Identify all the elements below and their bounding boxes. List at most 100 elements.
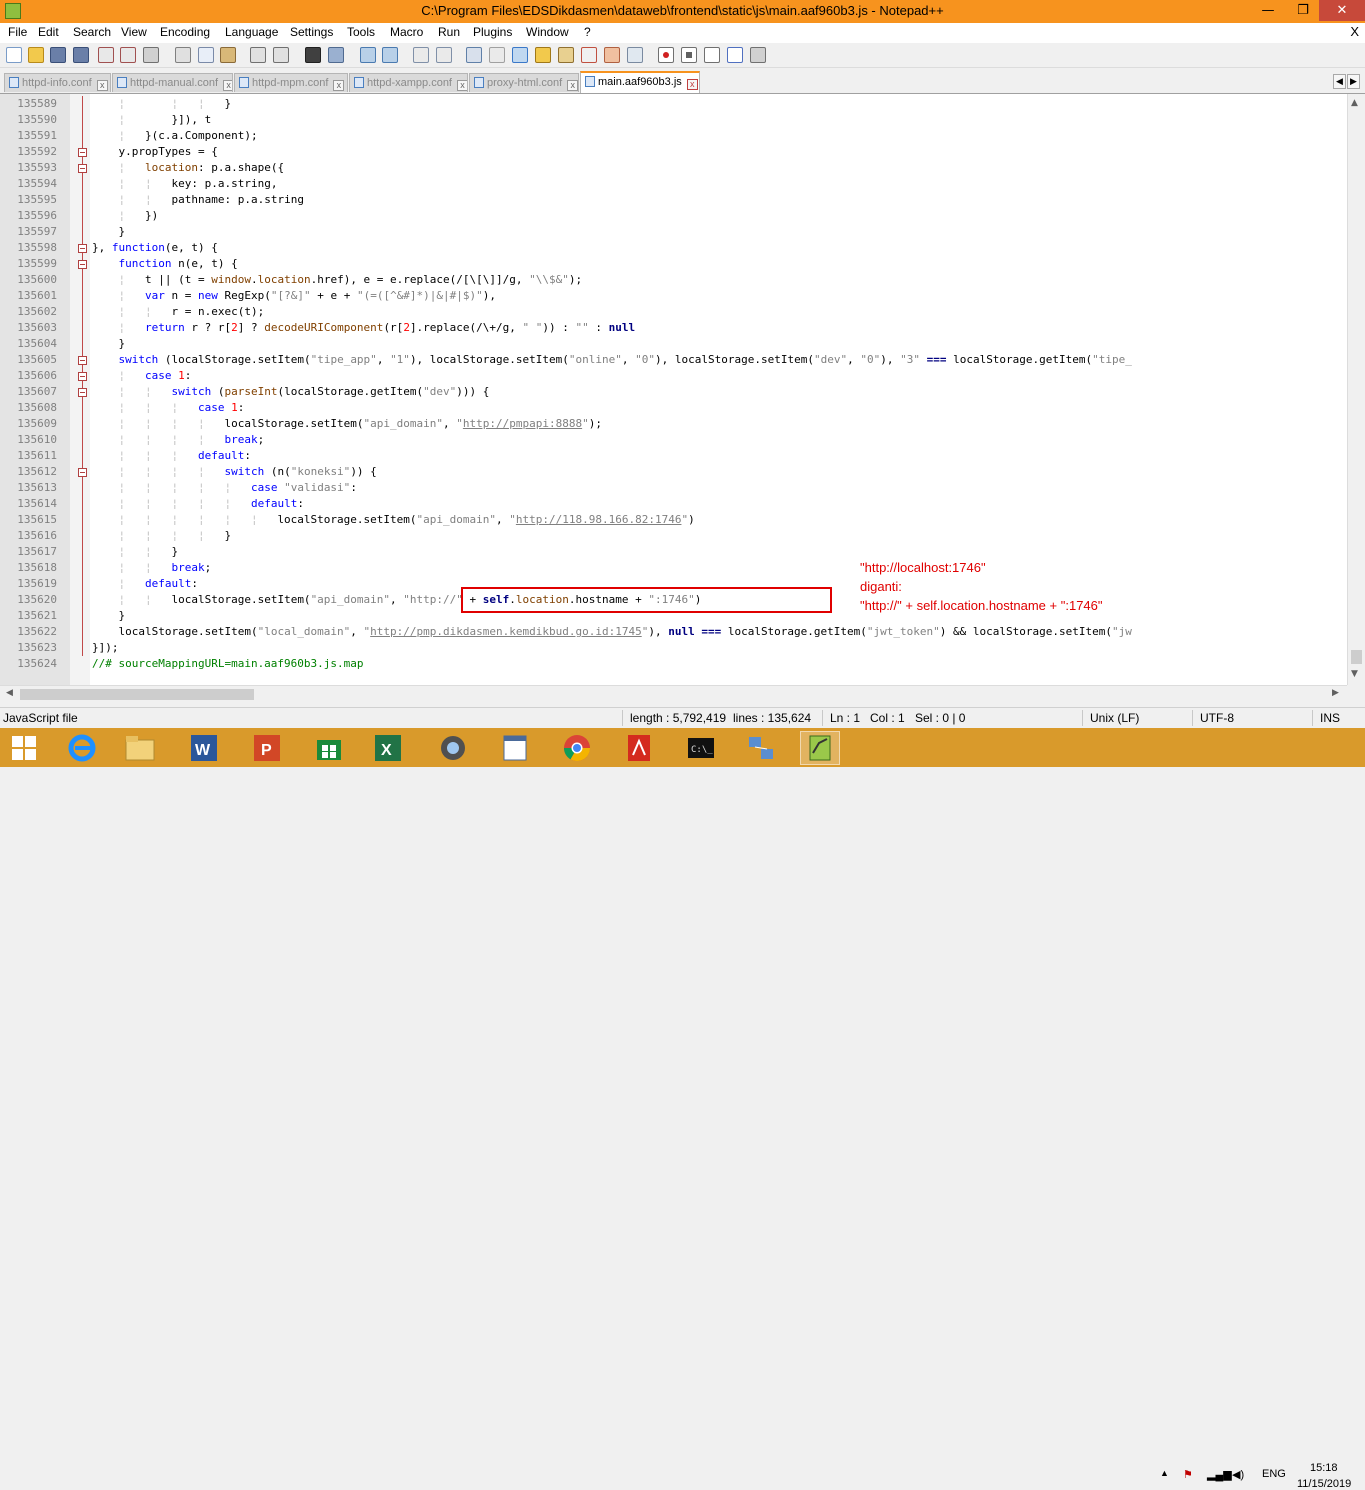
tab-httpd-mpm[interactable]: httpd-mpm.conf x — [234, 73, 348, 92]
network-icon[interactable] — [741, 731, 781, 765]
close-file-icon[interactable] — [98, 47, 114, 63]
tab-close-icon[interactable]: x — [333, 80, 345, 91]
tray-expand-icon[interactable]: ▲ — [1160, 1468, 1169, 1478]
cmd-icon[interactable]: C:\_ — [681, 731, 721, 765]
clock-time[interactable]: 15:18 — [1310, 1462, 1338, 1474]
maximize-button[interactable]: ❐ — [1286, 0, 1320, 21]
camera-icon[interactable] — [433, 731, 473, 765]
show-all-chars-icon[interactable] — [489, 47, 505, 63]
run-macro-multiple-icon[interactable] — [727, 47, 743, 63]
user-language-icon[interactable] — [535, 47, 551, 63]
menu-view[interactable]: View — [121, 25, 147, 39]
menu-help[interactable]: ? — [584, 25, 591, 39]
code-url[interactable]: http://pmpapi:8888 — [463, 417, 582, 430]
scroll-left-icon[interactable]: ◀ — [6, 688, 13, 698]
tab-httpd-info[interactable]: httpd-info.conf x — [4, 73, 111, 92]
fold-toggle-icon[interactable] — [78, 260, 87, 269]
play-macro-icon[interactable] — [704, 47, 720, 63]
windows-start-icon[interactable] — [4, 731, 44, 765]
code-url[interactable]: http://118.98.166.82:1746 — [516, 513, 682, 526]
find-icon[interactable] — [305, 47, 321, 63]
tab-scroll-right-button[interactable]: ▶ — [1347, 74, 1360, 89]
excel-icon[interactable]: X — [368, 731, 408, 765]
menu-file[interactable]: File — [8, 25, 27, 39]
scroll-thumb[interactable] — [20, 689, 254, 700]
tab-main-js[interactable]: main.aaf960b3.js x — [580, 71, 700, 93]
tab-close-icon[interactable]: x — [223, 80, 232, 91]
monitoring-icon[interactable] — [627, 47, 643, 63]
scroll-up-icon[interactable]: ▲ — [1351, 98, 1358, 108]
menu-edit[interactable]: Edit — [38, 25, 59, 39]
fold-toggle-icon[interactable] — [78, 372, 87, 381]
sync-vertical-icon[interactable] — [413, 47, 429, 63]
menu-tools[interactable]: Tools — [347, 25, 375, 39]
internet-explorer-icon[interactable] — [62, 731, 102, 765]
indent-guide-icon[interactable] — [512, 47, 528, 63]
code-url[interactable]: http://pmp.dikdasmen.kemdikbud.go.id:174… — [370, 625, 642, 638]
fold-toggle-icon[interactable] — [78, 388, 87, 397]
file-explorer-icon[interactable] — [120, 731, 160, 765]
fold-toggle-icon[interactable] — [78, 468, 87, 477]
menu-encoding[interactable]: Encoding — [160, 25, 210, 39]
volume-icon[interactable]: ◀) — [1232, 1468, 1244, 1481]
undo-icon[interactable] — [250, 47, 266, 63]
menu-run[interactable]: Run — [438, 25, 460, 39]
fold-toggle-icon[interactable] — [78, 148, 87, 157]
notepad-doc-icon[interactable] — [495, 731, 535, 765]
new-file-icon[interactable] — [6, 47, 22, 63]
action-center-icon[interactable]: ⚑ — [1183, 1468, 1193, 1481]
horizontal-scrollbar[interactable]: ◀ ▶ — [0, 685, 1347, 702]
zoom-out-icon[interactable] — [382, 47, 398, 63]
paste-icon[interactable] — [220, 47, 236, 63]
redo-icon[interactable] — [273, 47, 289, 63]
open-file-icon[interactable] — [28, 47, 44, 63]
doc-map-icon[interactable] — [558, 47, 574, 63]
menu-macro[interactable]: Macro — [390, 25, 423, 39]
save-all-icon[interactable] — [73, 47, 89, 63]
tab-httpd-manual[interactable]: httpd-manual.conf x — [112, 73, 233, 92]
fold-toggle-icon[interactable] — [78, 356, 87, 365]
close-all-icon[interactable] — [120, 47, 136, 63]
stop-record-icon[interactable] — [681, 47, 697, 63]
menu-window[interactable]: Window — [526, 25, 569, 39]
tab-proxy-html[interactable]: proxy-html.conf x — [469, 73, 579, 92]
menu-settings[interactable]: Settings — [290, 25, 333, 39]
tab-close-icon[interactable]: x — [686, 79, 698, 90]
folder-workspace-icon[interactable] — [604, 47, 620, 63]
fold-toggle-icon[interactable] — [78, 164, 87, 173]
sync-horizontal-icon[interactable] — [436, 47, 452, 63]
minimize-button[interactable]: — — [1251, 0, 1285, 21]
save-macro-icon[interactable] — [750, 47, 766, 63]
clock-date[interactable]: 11/15/2019 — [1297, 1478, 1351, 1490]
scroll-thumb[interactable] — [1351, 650, 1362, 664]
scroll-down-icon[interactable]: ▼ — [1351, 669, 1358, 679]
record-macro-icon[interactable] — [658, 47, 674, 63]
print-icon[interactable] — [143, 47, 159, 63]
notepadpp-icon[interactable] — [800, 731, 840, 765]
tab-close-icon[interactable]: x — [96, 80, 108, 91]
chrome-icon[interactable] — [557, 731, 597, 765]
acrobat-icon[interactable] — [619, 731, 659, 765]
word-wrap-icon[interactable] — [466, 47, 482, 63]
powerpoint-icon[interactable]: P — [247, 731, 287, 765]
menu-search[interactable]: Search — [73, 25, 111, 39]
menu-plugins[interactable]: Plugins — [473, 25, 512, 39]
zoom-in-icon[interactable] — [360, 47, 376, 63]
tab-close-icon[interactable]: x — [457, 80, 467, 91]
tab-scroll-left-button[interactable]: ◀ — [1333, 74, 1346, 89]
copy-icon[interactable] — [198, 47, 214, 63]
function-list-icon[interactable] — [581, 47, 597, 63]
store-icon[interactable] — [309, 731, 349, 765]
word-icon[interactable]: W — [184, 731, 224, 765]
tab-close-icon[interactable]: x — [567, 80, 578, 91]
vertical-scrollbar[interactable]: ▲ ▼ — [1347, 94, 1365, 685]
document-close-icon[interactable]: X — [1350, 24, 1359, 39]
cut-icon[interactable] — [175, 47, 191, 63]
fold-toggle-icon[interactable] — [78, 244, 87, 253]
scroll-right-icon[interactable]: ▶ — [1332, 688, 1339, 698]
save-icon[interactable] — [50, 47, 66, 63]
replace-icon[interactable] — [328, 47, 344, 63]
close-button[interactable]: ✕ — [1319, 0, 1365, 21]
network-signal-icon[interactable]: ▂▄▆ — [1207, 1468, 1232, 1481]
language-indicator[interactable]: ENG — [1262, 1468, 1286, 1480]
